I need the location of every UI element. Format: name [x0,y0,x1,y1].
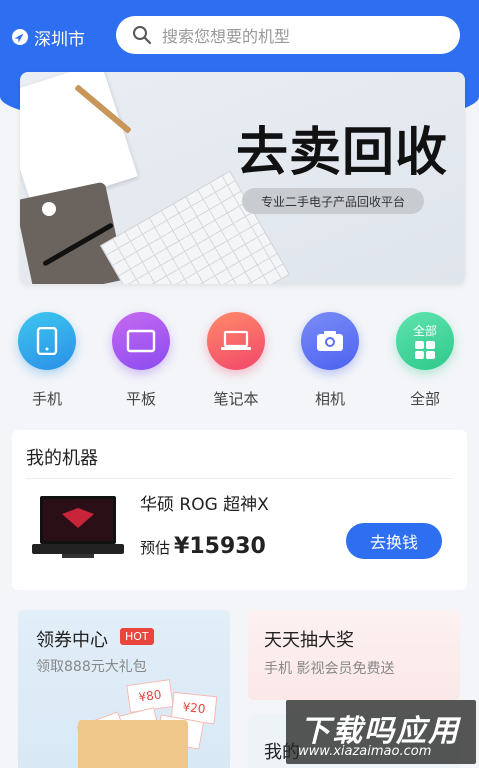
category-tablet[interactable]: 平板 [101,312,181,409]
city-label: 深圳市 [34,29,85,50]
watermark: 下载吗应用 www.xiazaimao.com [286,700,476,764]
lottery-title: 天天抽大奖 [264,630,354,651]
hot-badge: HOT [120,628,154,645]
category-label: 平板 [125,390,156,408]
earbud-image [42,202,56,216]
lottery-subtitle: 手机 影视会员免费送 [264,661,395,677]
exchange-button[interactable]: 去换钱 [346,523,442,559]
location-selector[interactable]: 深圳市 [12,24,85,50]
laptop-product-image [32,496,124,558]
category-label: 笔记本 [213,390,259,408]
phone-icon [18,312,76,370]
category-label: 全部 [409,390,440,408]
grid-icon: 全部 [396,312,454,370]
price-label: 预估 [140,539,171,557]
category-label: 手机 [31,390,62,408]
estimated-price: 预估 ¥15930 [140,534,266,559]
category-all[interactable]: 全部 全部 [385,312,465,409]
all-badge: 全部 [412,323,437,338]
leather-notebook-image [20,181,126,284]
product-name: 华硕 ROG 超神X [140,495,269,515]
watermark-url: www.xiazaimao.com [298,744,432,759]
price-value: ¥15930 [174,534,266,559]
my-device-heading: 我的机器 [26,448,98,469]
category-phone[interactable]: 手机 [7,312,87,409]
category-row: 手机 平板 笔记本 相机 全部 全部 [0,312,479,412]
banner-title: 去卖回收 [236,122,449,183]
search-bar[interactable]: 搜索您想要的机型 [116,16,460,54]
laptop-icon [207,312,265,370]
gift-box-image [78,720,188,768]
lottery-card[interactable]: 天天抽大奖 手机 影视会员免费送 [248,610,460,700]
coupon-subtitle: 领取888元大礼包 [36,659,147,675]
banner[interactable]: 去卖回收 专业二手电子产品回收平台 [20,72,465,284]
search-icon [133,26,152,45]
category-laptop[interactable]: 笔记本 [196,312,276,409]
category-label: 相机 [314,390,345,408]
camera-icon [301,312,359,370]
coupon-title: 领券中心 [36,630,108,651]
coupon-center-card[interactable]: 领券中心 HOT 领取888元大礼包 ¥80 ¥20 ¥6 72 ¥ [18,610,230,768]
tablet-icon [112,312,170,370]
category-camera[interactable]: 相机 [290,312,370,409]
divider [26,478,453,479]
banner-subtitle: 专业二手电子产品回收平台 [242,188,424,214]
compass-icon [12,29,28,45]
search-placeholder: 搜索您想要的机型 [162,27,291,46]
my-device-card: 我的机器 华硕 ROG 超神X 预估 ¥15930 去换钱 [12,430,467,590]
